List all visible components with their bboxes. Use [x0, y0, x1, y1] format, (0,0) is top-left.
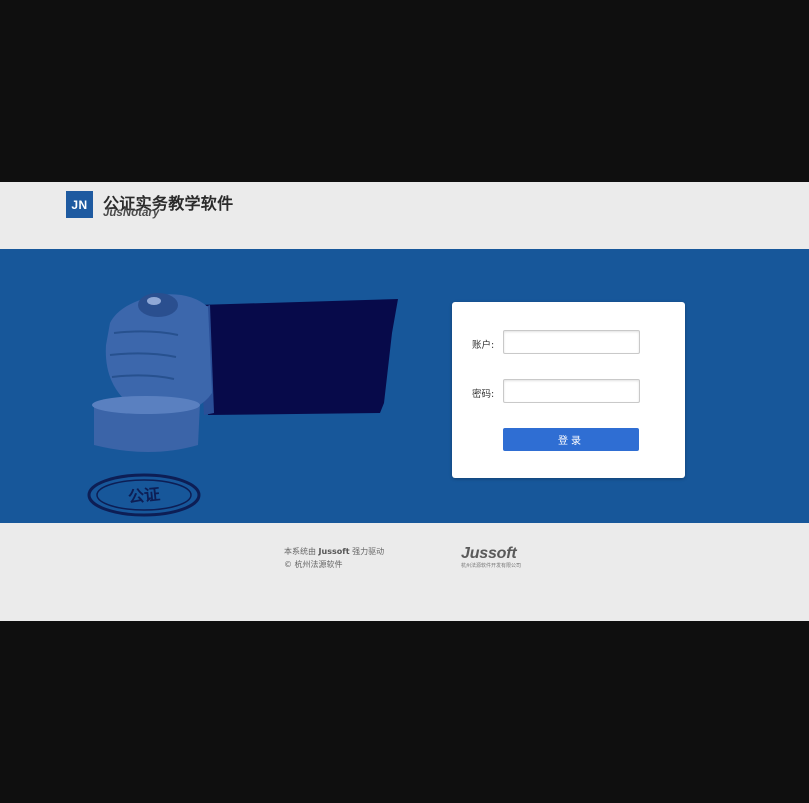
bottom-letterbox: [0, 621, 809, 803]
powered-suffix: 强力驱动: [352, 547, 385, 556]
powered-brand: Jussoft: [318, 547, 350, 556]
stamp-knob: [138, 293, 178, 317]
app-subtitle: JusNotary: [103, 207, 160, 219]
stamp-impression-text: 公证: [127, 484, 161, 506]
password-label: 密码:: [472, 389, 495, 400]
powered-by-text: 本系统由 Jussoft 强力驱动: [284, 546, 384, 557]
account-label: 账户:: [472, 340, 495, 351]
login-button[interactable]: 登录: [503, 428, 639, 451]
copyright-text: © 杭州法源软件: [284, 560, 343, 569]
top-letterbox: [0, 0, 809, 182]
jussoft-company-name: 杭州法源软件开发有限公司: [461, 563, 522, 569]
powered-prefix: 本系统由: [284, 547, 316, 556]
stamp-base-top: [92, 396, 200, 414]
account-input[interactable]: [503, 330, 640, 354]
app-logo-mark: JN: [66, 191, 93, 218]
page-footer: [0, 523, 809, 621]
stamp-knob-highlight: [147, 297, 161, 305]
sleeve-shape: [198, 299, 398, 415]
notary-stamp-illustration: 公证: [87, 293, 398, 517]
jussoft-logo: Jussoft: [461, 545, 517, 562]
password-input[interactable]: [503, 379, 640, 403]
